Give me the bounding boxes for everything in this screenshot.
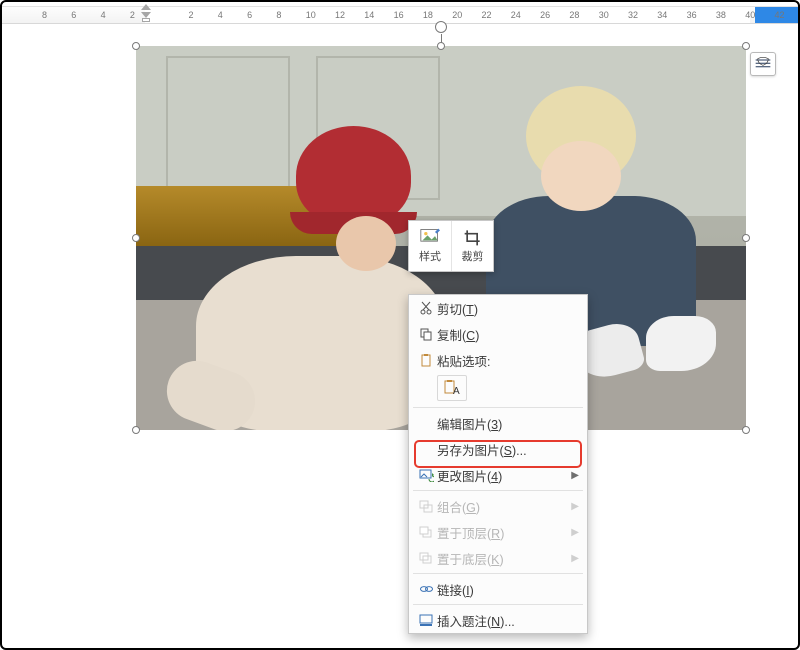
ruler-tick: 22 <box>482 10 492 20</box>
copy-icon <box>415 327 437 341</box>
paste-text-icon: A <box>443 380 461 396</box>
ruler-tick: 14 <box>364 10 374 20</box>
menu-paste-options-header: 粘贴选项: <box>409 347 587 373</box>
ruler-tick: 36 <box>687 10 697 20</box>
ruler-tick: 34 <box>657 10 667 20</box>
crop-button[interactable]: 裁剪 <box>451 221 493 271</box>
rotate-handle[interactable] <box>435 21 447 33</box>
menu-group-label: 组合(G) <box>437 497 571 516</box>
ruler-tick: 38 <box>716 10 726 20</box>
ruler-tick: 4 <box>101 10 106 20</box>
menu-separator <box>413 604 583 605</box>
crop-label: 裁剪 <box>462 248 484 264</box>
ruler-tick: 32 <box>628 10 638 20</box>
menu-copy-label: 复制(C) <box>437 325 579 344</box>
resize-handle-nw[interactable] <box>132 42 140 50</box>
menu-send-back-label: 置于底层(K) <box>437 549 571 568</box>
ruler-tick: 2 <box>189 10 194 20</box>
menu-edit-image[interactable]: 编辑图片(3) <box>409 410 587 436</box>
ruler-tick: 2 <box>130 10 135 20</box>
picture-style-label: 样式 <box>419 248 441 264</box>
resize-handle-sw[interactable] <box>132 426 140 434</box>
link-icon <box>415 583 437 595</box>
menu-change-image[interactable]: 更改图片(4) ▶ <box>409 462 587 488</box>
ruler-tick: 4 <box>218 10 223 20</box>
menu-send-to-back: 置于底层(K) ▶ <box>409 545 587 571</box>
change-image-icon <box>415 469 437 482</box>
submenu-arrow-icon: ▶ <box>571 501 579 512</box>
menu-separator <box>413 407 583 408</box>
menu-link[interactable]: 链接(I) <box>409 576 587 602</box>
picture-style-button[interactable]: 样式 <box>409 221 451 271</box>
ruler-tick: 30 <box>599 10 609 20</box>
menu-cut-label: 剪切(T) <box>437 299 579 318</box>
ruler-tick: 28 <box>569 10 579 20</box>
menu-paste-options-label: 粘贴选项: <box>437 351 579 370</box>
menu-separator <box>413 573 583 574</box>
menu-bring-to-front: 置于顶层(R) ▶ <box>409 519 587 545</box>
menu-separator <box>413 490 583 491</box>
resize-handle-w[interactable] <box>132 234 140 242</box>
ruler-tick: 18 <box>423 10 433 20</box>
resize-handle-e[interactable] <box>742 234 750 242</box>
crop-icon <box>463 228 483 246</box>
picture-mini-toolbar: 样式 裁剪 <box>408 220 494 272</box>
cut-icon <box>415 301 437 315</box>
paste-options-row: A <box>409 373 587 405</box>
ruler-tick: 24 <box>511 10 521 20</box>
submenu-arrow-icon: ▶ <box>571 553 579 564</box>
resize-handle-ne[interactable] <box>742 42 750 50</box>
picture-style-icon <box>420 228 440 246</box>
indent-marker[interactable] <box>140 4 152 24</box>
resize-handle-se[interactable] <box>742 426 750 434</box>
menu-change-image-label: 更改图片(4) <box>437 466 571 485</box>
svg-text:A: A <box>453 386 460 396</box>
menu-edit-image-label: 编辑图片(3) <box>437 414 579 433</box>
group-icon <box>415 500 437 513</box>
ruler-tick: 10 <box>306 10 316 20</box>
ruler-tick: 6 <box>247 10 252 20</box>
ruler-tick: 6 <box>71 10 76 20</box>
submenu-arrow-icon: ▶ <box>571 527 579 538</box>
menu-save-as-image[interactable]: 另存为图片(S)... <box>409 436 587 462</box>
menu-cut[interactable]: 剪切(T) <box>409 295 587 321</box>
caption-icon <box>415 614 437 627</box>
menu-bring-front-label: 置于顶层(R) <box>437 523 571 542</box>
menu-caption-label: 插入题注(N)... <box>437 611 579 630</box>
ruler-tick: 20 <box>452 10 462 20</box>
menu-link-label: 链接(I) <box>437 580 579 599</box>
ruler-tick: 12 <box>335 10 345 20</box>
layout-options-button[interactable] <box>750 52 776 76</box>
menu-copy[interactable]: 复制(C) <box>409 321 587 347</box>
ruler-tick: 8 <box>42 10 47 20</box>
menu-group: 组合(G) ▶ <box>409 493 587 519</box>
ruler-tick: 40 <box>745 10 755 20</box>
paste-icon <box>415 353 437 367</box>
ruler-tick: 8 <box>276 10 281 20</box>
resize-handle-n[interactable] <box>437 42 445 50</box>
menu-save-as-image-label: 另存为图片(S)... <box>437 440 579 459</box>
submenu-arrow-icon: ▶ <box>571 470 579 481</box>
horizontal-ruler[interactable]: 8642246810121416182022242628303234363840… <box>0 6 800 24</box>
bring-front-icon <box>415 526 437 539</box>
send-back-icon <box>415 552 437 565</box>
ruler-tick: 42 <box>775 10 785 20</box>
menu-insert-caption[interactable]: 插入题注(N)... <box>409 607 587 633</box>
picture-context-menu: 剪切(T) 复制(C) 粘贴选项: A 编辑图片(3) 另存为图片(S)... … <box>408 294 588 634</box>
layout-options-icon <box>755 57 771 71</box>
ruler-tick: 16 <box>394 10 404 20</box>
ruler-tick: 26 <box>540 10 550 20</box>
paste-keep-text-only[interactable]: A <box>437 375 467 401</box>
